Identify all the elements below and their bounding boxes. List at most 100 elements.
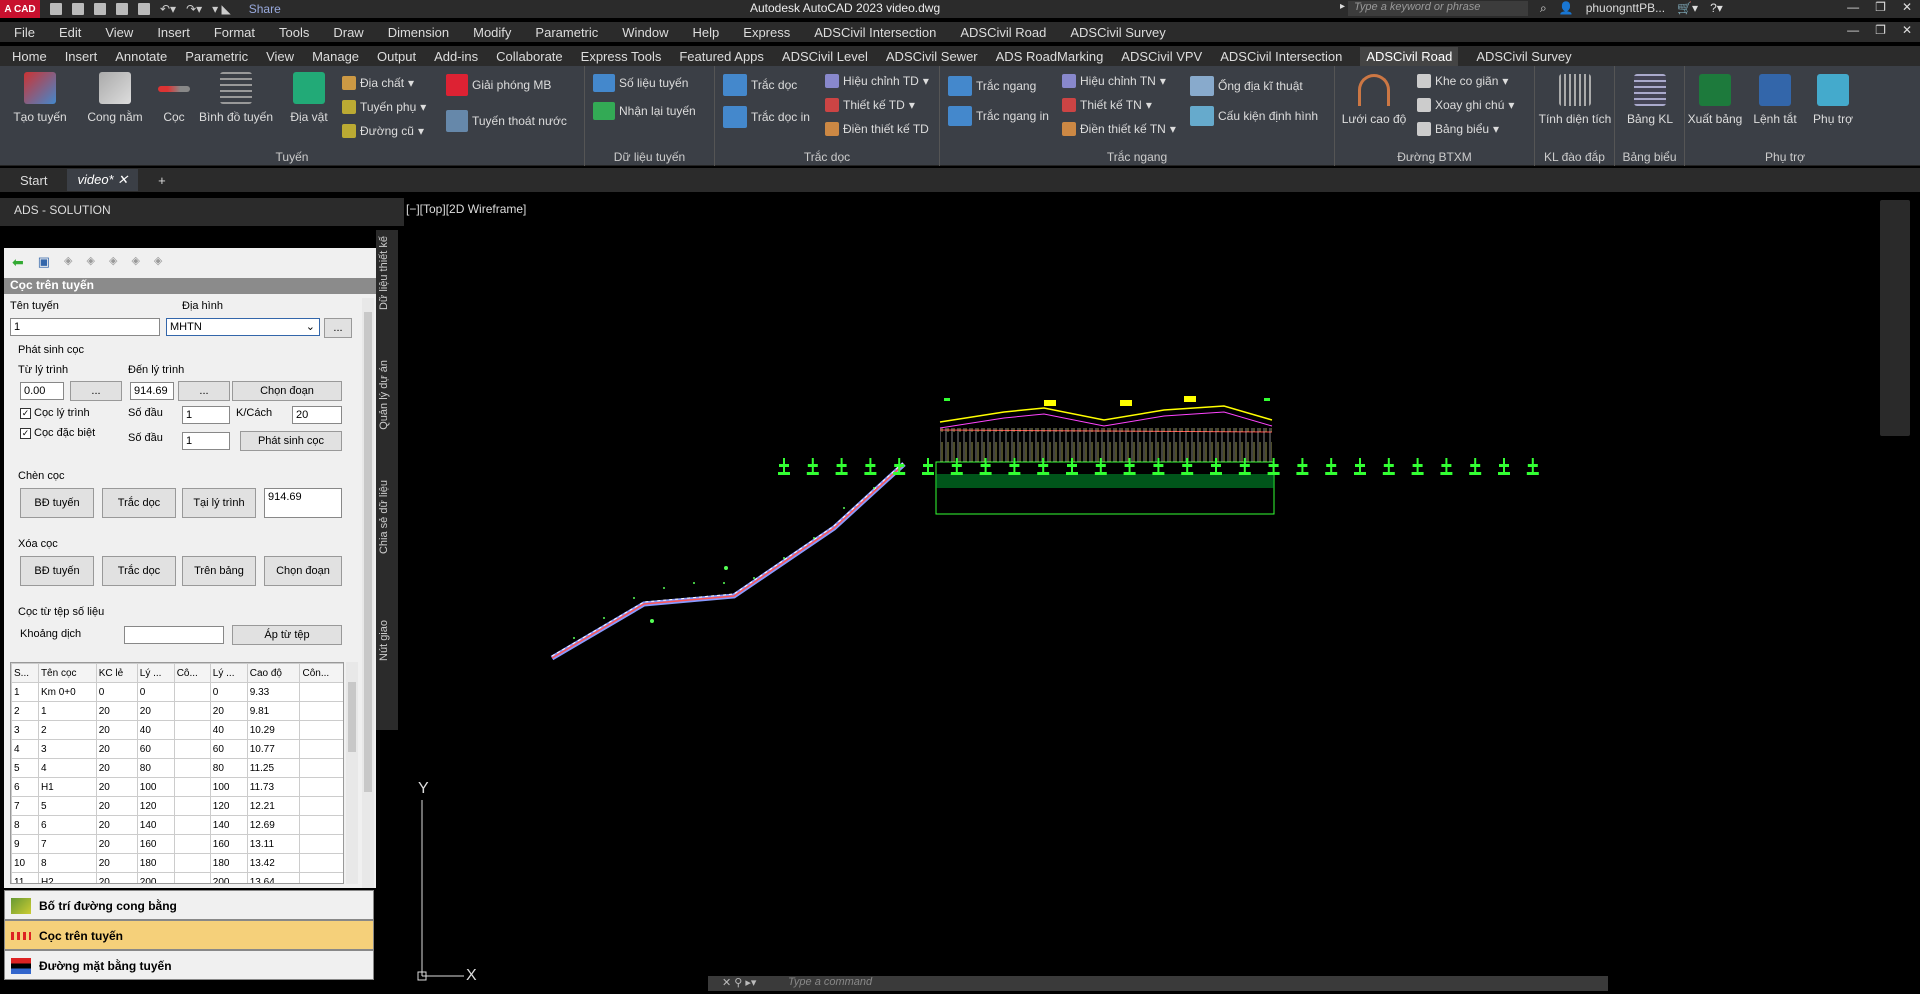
lenh-tat-button[interactable]: Lệnh tắt: [1747, 74, 1803, 126]
menu-tools[interactable]: Tools: [279, 25, 309, 40]
table-row[interactable]: 1 Km 0+0 0 0 0 9.33: [11, 682, 343, 702]
drawing-canvas[interactable]: Y X: [404, 198, 1920, 991]
table-header[interactable]: Cô...: [173, 663, 211, 683]
search-icon[interactable]: ⌕: [1540, 1, 1547, 16]
side-tab-nut-giao[interactable]: Nút giao: [378, 620, 390, 661]
tren-bang-button[interactable]: Trên bảng: [182, 556, 256, 586]
table-row[interactable]: 9 7 20 160 160 13.11: [11, 834, 343, 854]
side-tab-quan-ly-du-an[interactable]: Quản lý dự án: [378, 360, 390, 430]
minimize-icon[interactable]: —: [1847, 0, 1859, 14]
ribbon-tab-annotate[interactable]: Annotate: [115, 49, 167, 64]
tai-ly-trinh-button[interactable]: Tại lý trình: [182, 488, 256, 518]
open-icon[interactable]: [72, 3, 84, 15]
ong-dia-ki-thuat-button[interactable]: Ống địa kĩ thuật: [1190, 76, 1303, 96]
command-input[interactable]: Type a command: [708, 976, 1608, 991]
xuat-bang-button[interactable]: Xuất bảng: [1685, 74, 1745, 126]
binh-do-tuyen-button[interactable]: Bình đồ tuyến: [196, 72, 276, 124]
restore-icon[interactable]: ❐: [1875, 0, 1886, 14]
navigation-bar[interactable]: [1880, 200, 1910, 436]
ribbon-tab-adscivil-sewer[interactable]: ADSCivil Sewer: [886, 49, 978, 64]
coc-ly-trinh-checkbox[interactable]: ✓: [20, 408, 31, 419]
user-icon[interactable]: 👤: [1559, 1, 1574, 16]
tu-ly-trinh-input[interactable]: 0.00: [20, 382, 64, 400]
tool5-icon[interactable]: ◈: [154, 254, 162, 271]
menu-view[interactable]: View: [105, 25, 133, 40]
saveas-icon[interactable]: [116, 3, 128, 15]
cross-section-marker[interactable]: [1325, 458, 1338, 475]
table-header[interactable]: Cao độ: [246, 663, 301, 683]
tu-ly-trinh-pick-button[interactable]: ...: [70, 381, 122, 401]
bang-kl-button[interactable]: Bảng KL: [1617, 74, 1683, 126]
help-icon[interactable]: ?▾: [1710, 1, 1723, 16]
den-ly-trinh-input[interactable]: 914.69: [130, 382, 174, 400]
duong-cu-button[interactable]: Đường cũ ▾: [342, 124, 424, 138]
bo-tri-duong-cong-bang-button[interactable]: Bố trí đường cong bằng: [4, 890, 374, 920]
menu-format[interactable]: Format: [214, 25, 255, 40]
ribbon-tab-adscivil-survey[interactable]: ADSCivil Survey: [1476, 49, 1571, 64]
station-table[interactable]: S... Tên cọc KC lẻ Lý ... Cô... Lý ... Cao độ C…: [10, 662, 344, 884]
phat-sinh-coc-button[interactable]: Phát sinh cọc: [240, 431, 342, 451]
table-row[interactable]: 5 4 20 80 80 11.25: [11, 758, 343, 778]
dia-hinh-browse-button[interactable]: ...: [324, 318, 352, 338]
table-header[interactable]: Lý ...: [209, 663, 248, 683]
table-row[interactable]: 2 1 20 20 20 9.81: [11, 701, 343, 721]
xoa-chon-doan-button[interactable]: Chọn đoạn: [264, 556, 342, 586]
menu-adscivil-intersection[interactable]: ADSCivil Intersection: [814, 25, 936, 40]
k-cach-input[interactable]: 20: [292, 406, 342, 424]
table-header[interactable]: S...: [11, 663, 39, 683]
redo-icon[interactable]: ↷▾: [186, 2, 202, 16]
tinh-dien-tich-button[interactable]: Tính diện tích: [1537, 74, 1613, 126]
print-icon[interactable]: [138, 3, 150, 15]
so-dau-input-1[interactable]: 1: [182, 406, 230, 424]
cross-section-marker[interactable]: [1469, 458, 1482, 475]
coc-dac-biet-checkbox[interactable]: ✓: [20, 428, 31, 439]
undo-icon[interactable]: ↶▾: [160, 2, 176, 16]
alignment-route[interactable]: [550, 461, 906, 661]
cross-section-marker[interactable]: [893, 458, 906, 475]
search-input[interactable]: Type a keyword or phrase: [1348, 1, 1528, 16]
cross-section-marker[interactable]: [1498, 458, 1510, 475]
xoa-bd-tuyen-button[interactable]: BĐ tuyến: [20, 556, 94, 586]
trac-doc-button[interactable]: Trắc dọc: [723, 74, 797, 96]
dien-thiet-ke-td-button[interactable]: Điền thiết kế TD: [825, 122, 929, 136]
autocad-logo[interactable]: A CAD: [0, 0, 40, 18]
ribbon-tab-insert[interactable]: Insert: [65, 49, 98, 64]
ribbon-tab-collaborate[interactable]: Collaborate: [496, 49, 563, 64]
trac-ngang-in-button[interactable]: Trắc ngang in: [948, 106, 1049, 126]
chon-doan-button[interactable]: Chọn đoạn: [232, 381, 342, 401]
table-row[interactable]: 6 H1 20 100 100 11.73: [11, 777, 343, 797]
so-lieu-tuyen-button[interactable]: Số liệu tuyến: [593, 74, 688, 92]
nhan-lai-tuyen-button[interactable]: Nhận lại tuyến: [593, 102, 696, 120]
cross-section-marker[interactable]: [835, 458, 848, 475]
save-icon[interactable]: ▣: [38, 254, 50, 271]
side-tab-du-lieu-thiet-ke[interactable]: Dữ liệu thiết kế: [378, 236, 390, 310]
xoay-ghi-chu-button[interactable]: Xoay ghi chú ▾: [1417, 98, 1514, 112]
ribbon-tab-express-tools[interactable]: Express Tools: [581, 49, 662, 64]
xoa-trac-doc-button[interactable]: Trắc dọc: [102, 556, 176, 586]
menu-help[interactable]: Help: [693, 25, 720, 40]
profile-drawing[interactable]: [935, 396, 1275, 515]
ribbon-tab-ads-roadmarking[interactable]: ADS RoadMarking: [996, 49, 1104, 64]
dia-vat-button[interactable]: Địa vật: [284, 72, 334, 124]
dia-chat-button[interactable]: Địa chất ▾: [342, 76, 414, 90]
cross-section-marker[interactable]: [1526, 458, 1539, 475]
menu-adscivil-road[interactable]: ADSCivil Road: [960, 25, 1046, 40]
tool2-icon[interactable]: ◈: [87, 254, 95, 271]
ten-tuyen-input[interactable]: 1: [10, 318, 160, 336]
cong-nam-button[interactable]: Cong nằm: [82, 72, 148, 124]
hieu-chinh-tn-button[interactable]: Hiệu chỉnh TN ▾: [1062, 74, 1166, 88]
table-header[interactable]: KC lẻ: [95, 663, 138, 683]
table-row[interactable]: 10 8 20 180 180 13.42: [11, 853, 343, 873]
menu-file[interactable]: File: [14, 25, 35, 40]
form-scroll-thumb[interactable]: [364, 312, 372, 792]
cross-section-marker[interactable]: [778, 458, 790, 475]
table-scrollbar[interactable]: [346, 662, 358, 884]
command-close-icon[interactable]: ✕ ⚲ ▸▾: [722, 976, 756, 989]
cross-section-marker[interactable]: [1440, 458, 1453, 475]
cau-kien-dinh-hinh-button[interactable]: Cấu kiện định hình: [1190, 106, 1318, 126]
cross-section-marker[interactable]: [864, 458, 877, 475]
menu-adscivil-survey[interactable]: ADSCivil Survey: [1070, 25, 1165, 40]
hieu-chinh-td-button[interactable]: Hiệu chỉnh TD ▾: [825, 74, 929, 88]
share-button[interactable]: Share: [249, 2, 281, 16]
viewport-controls[interactable]: [−][Top][2D Wireframe]: [406, 202, 526, 216]
